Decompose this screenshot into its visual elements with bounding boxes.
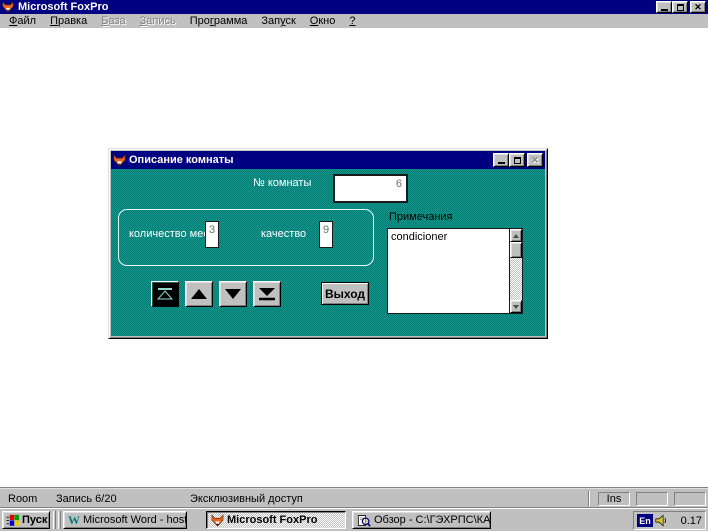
start-label: Пуск	[22, 514, 47, 526]
dialog-close-button: ✕	[527, 153, 543, 167]
system-tray: En 0.17	[633, 511, 706, 530]
dialog-maximize-button[interactable]	[509, 153, 525, 167]
taskbar: Пуск W Microsoft Word - hostel Microsoft…	[0, 508, 708, 531]
close-icon: ✕	[694, 3, 702, 12]
last-record-icon	[258, 287, 276, 301]
taskbar-button-word[interactable]: W Microsoft Word - hostel	[63, 511, 187, 529]
dialog-titlebar[interactable]: Описание комнаты ✕	[111, 151, 545, 169]
notes-text[interactable]: condicioner	[388, 229, 509, 313]
close-button[interactable]: ✕	[690, 1, 706, 13]
previous-record-button[interactable]	[185, 281, 213, 307]
close-icon: ✕	[531, 156, 539, 165]
main-titlebar: Microsoft FoxPro ✕	[0, 0, 708, 14]
quality-label: качество	[261, 228, 306, 240]
minimize-icon	[661, 9, 668, 11]
scroll-track[interactable]	[510, 258, 522, 300]
word-icon: W	[68, 513, 80, 528]
browse-icon	[357, 514, 371, 527]
arrow-up-icon	[513, 234, 519, 238]
menu-help[interactable]: ?	[342, 14, 362, 28]
menu-program[interactable]: Программа	[183, 14, 255, 28]
menu-window[interactable]: Окно	[303, 14, 343, 28]
menu-file[interactable]: Файл	[2, 14, 43, 28]
foxpro-icon	[113, 154, 126, 167]
foxpro-icon	[2, 1, 14, 13]
menu-database: База	[94, 14, 132, 28]
status-work-area: Room	[8, 493, 37, 505]
taskbar-separator	[53, 511, 56, 529]
foxpro-icon	[211, 514, 224, 527]
taskbar-separator	[58, 511, 61, 529]
status-record-counter: Запись 6/20	[56, 493, 117, 505]
windows-logo-icon	[6, 514, 20, 527]
dialog-body: № комнаты 6 количество мест 3 качество 9…	[111, 169, 545, 336]
dialog-minimize-button[interactable]	[493, 153, 509, 167]
room-description-dialog: Описание комнаты ✕ № комнаты 6 количеств…	[108, 148, 548, 339]
taskbar-button-explorer[interactable]: Обзор - C:\ГЭХРПС\КАД...	[352, 511, 491, 529]
menu-record: Запись	[133, 14, 183, 28]
status-access-mode: Эксклюзивный доступ	[190, 493, 303, 505]
maximize-icon	[514, 157, 521, 164]
statusbar: Room Запись 6/20 Эксклюзивный доступ Ins	[0, 488, 708, 508]
arrow-down-icon	[224, 288, 242, 300]
arrow-down-icon	[513, 305, 519, 309]
scroll-thumb[interactable]	[510, 242, 522, 258]
tray-timer: 0.17	[681, 515, 702, 527]
speaker-icon[interactable]	[655, 514, 668, 527]
ins-indicator: Ins	[598, 492, 630, 506]
menu-edit[interactable]: Правка	[43, 14, 94, 28]
next-record-button[interactable]	[219, 281, 247, 307]
quality-field[interactable]: 9	[319, 221, 333, 248]
restore-icon	[677, 4, 684, 11]
menubar: Файл Правка База Запись Программа Запуск…	[0, 14, 708, 28]
room-number-field[interactable]: 6	[333, 174, 408, 203]
notes-label: Примечания	[389, 211, 453, 223]
menu-run[interactable]: Запуск	[254, 14, 302, 28]
language-indicator[interactable]: En	[637, 514, 653, 527]
last-record-button[interactable]	[253, 281, 281, 307]
status-panel-empty-2	[674, 492, 706, 506]
room-number-label: № комнаты	[253, 177, 311, 189]
minimize-icon	[498, 162, 505, 164]
start-button[interactable]: Пуск	[2, 511, 50, 529]
first-record-button[interactable]	[151, 281, 179, 307]
dialog-title: Описание комнаты	[129, 154, 234, 166]
taskbar-button-foxpro[interactable]: Microsoft FoxPro	[206, 511, 346, 529]
status-panel-empty-1	[636, 492, 668, 506]
app-title: Microsoft FoxPro	[18, 0, 108, 14]
notes-memo[interactable]: condicioner	[387, 228, 523, 314]
exit-button[interactable]: Выход	[321, 282, 369, 305]
seats-label: количество мест	[129, 228, 214, 240]
status-divider	[588, 491, 590, 506]
seats-field[interactable]: 3	[205, 221, 219, 248]
room-params-groupbox: количество мест 3 качество 9	[118, 209, 374, 266]
scroll-down-button[interactable]	[510, 300, 522, 313]
restore-button[interactable]	[672, 1, 688, 13]
first-record-icon	[156, 287, 174, 301]
scroll-up-button[interactable]	[510, 229, 522, 242]
minimize-button[interactable]	[656, 1, 672, 13]
arrow-up-icon	[190, 288, 208, 300]
notes-scrollbar[interactable]	[509, 229, 522, 313]
